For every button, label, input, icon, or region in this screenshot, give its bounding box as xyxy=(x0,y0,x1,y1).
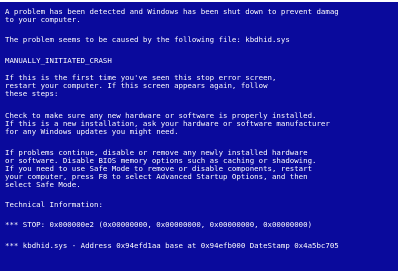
stop-code-line: *** STOP: 0x000000e2 (0x00000000, 0x0000… xyxy=(5,220,313,229)
faulting-file-line: The problem seems to be caused by the fo… xyxy=(5,35,290,44)
check-hardware-line-3: for any Windows updates you might need. xyxy=(5,127,179,136)
first-time-line-3: these steps: xyxy=(5,89,59,98)
right-margin xyxy=(398,0,409,273)
technical-info-heading: Technical Information: xyxy=(5,200,103,209)
problems-continue-line-5: select Safe Mode. xyxy=(5,180,81,189)
bsod-screen: A problem has been detected and Windows … xyxy=(0,2,398,271)
error-header-line-2: to your computer. xyxy=(5,15,81,24)
stop-code-name: MANUALLY_INITIATED_CRASH xyxy=(5,56,112,65)
blue-screen-of-death: A problem has been detected and Windows … xyxy=(0,0,409,273)
driver-address-line: *** kbdhid.sys - Address 0x94efd1aa base… xyxy=(5,241,339,250)
